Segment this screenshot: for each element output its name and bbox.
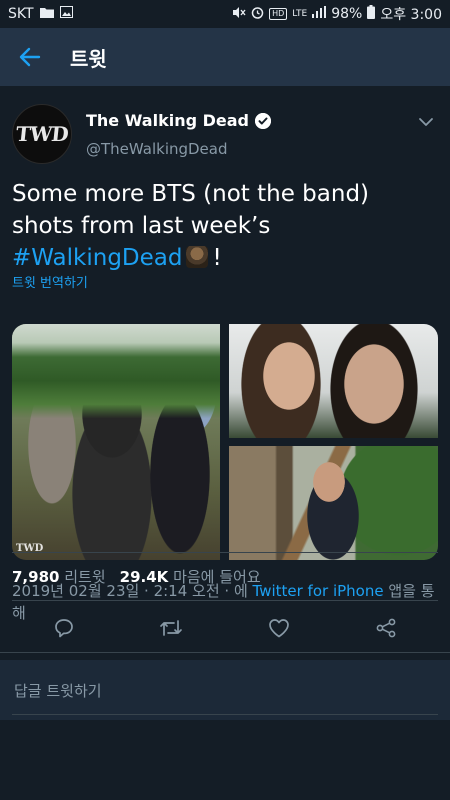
tweet-actions	[0, 606, 450, 650]
tweet-text-body: Some more BTS (not the band) shots from …	[12, 181, 370, 239]
tweet-text: Some more BTS (not the band) shots from …	[12, 178, 432, 274]
battery-icon	[367, 5, 376, 23]
tweet-text-end: !	[212, 245, 222, 271]
image-icon	[59, 6, 73, 22]
page-title: 트윗	[70, 46, 107, 71]
folder-icon	[39, 6, 54, 22]
tweet-author: TWD The Walking Dead @TheWalkingDead	[12, 102, 438, 164]
media-grid: TWD	[12, 324, 438, 560]
media-photo-3[interactable]	[229, 446, 438, 560]
author-handle[interactable]: @TheWalkingDead	[86, 140, 228, 158]
divider	[0, 652, 450, 653]
verified-badge-icon	[255, 112, 272, 129]
hashtag-link[interactable]: #WalkingDead	[12, 245, 182, 271]
chevron-down-icon	[419, 118, 433, 126]
like-button[interactable]	[259, 608, 299, 648]
signal-icon	[312, 6, 327, 22]
author-name-row[interactable]: The Walking Dead	[86, 111, 272, 130]
status-bar: SKT HD LTE 98% 오후 3:00	[0, 0, 450, 28]
media-photo-1[interactable]: TWD	[12, 324, 220, 560]
retweet-count: 7,980	[12, 568, 60, 586]
alarm-icon	[251, 6, 264, 23]
app-bar: 트윗	[0, 28, 450, 86]
like-stat[interactable]: 29.4K 마음에 들어요	[120, 566, 261, 587]
retweet-button[interactable]	[151, 608, 191, 648]
avatar[interactable]: TWD	[12, 104, 72, 164]
back-button[interactable]	[0, 28, 60, 86]
clock: 오후 3:00	[380, 7, 442, 23]
source-app-link[interactable]: Twitter for iPhone	[253, 582, 384, 600]
reply-input[interactable]: 답글 트윗하기	[0, 660, 450, 720]
walker-emoji-icon	[186, 246, 209, 268]
carrier-label: SKT	[8, 6, 34, 22]
retweet-stat[interactable]: 7,980 리트윗	[12, 566, 106, 587]
retweet-icon	[160, 620, 183, 636]
tweet-stats: 7,980 리트윗 29.4K 마음에 들어요	[12, 566, 261, 587]
heart-icon	[268, 619, 289, 638]
more-options-button[interactable]	[414, 110, 438, 134]
like-count: 29.4K	[119, 568, 169, 586]
retweet-label: 리트윗	[64, 568, 106, 586]
reply-underline	[12, 714, 438, 715]
reply-button[interactable]	[44, 608, 84, 648]
arrow-left-icon	[19, 47, 41, 67]
divider	[12, 600, 438, 601]
avatar-logo-text: TWD	[14, 122, 70, 146]
network-type: LTE	[292, 9, 308, 19]
battery-percent: 98%	[331, 6, 363, 22]
hd-voice-icon: HD	[269, 8, 288, 20]
mute-icon	[232, 6, 246, 23]
share-icon	[376, 618, 396, 638]
media-photo-2[interactable]	[229, 324, 438, 438]
author-name: The Walking Dead	[86, 111, 250, 130]
divider	[12, 552, 438, 553]
like-label: 마음에 들어요	[173, 568, 261, 586]
reply-icon	[54, 619, 73, 638]
share-button[interactable]	[366, 608, 406, 648]
translate-tweet-link[interactable]: 트윗 번역하기	[12, 272, 88, 291]
reply-placeholder: 답글 트윗하기	[14, 681, 102, 700]
